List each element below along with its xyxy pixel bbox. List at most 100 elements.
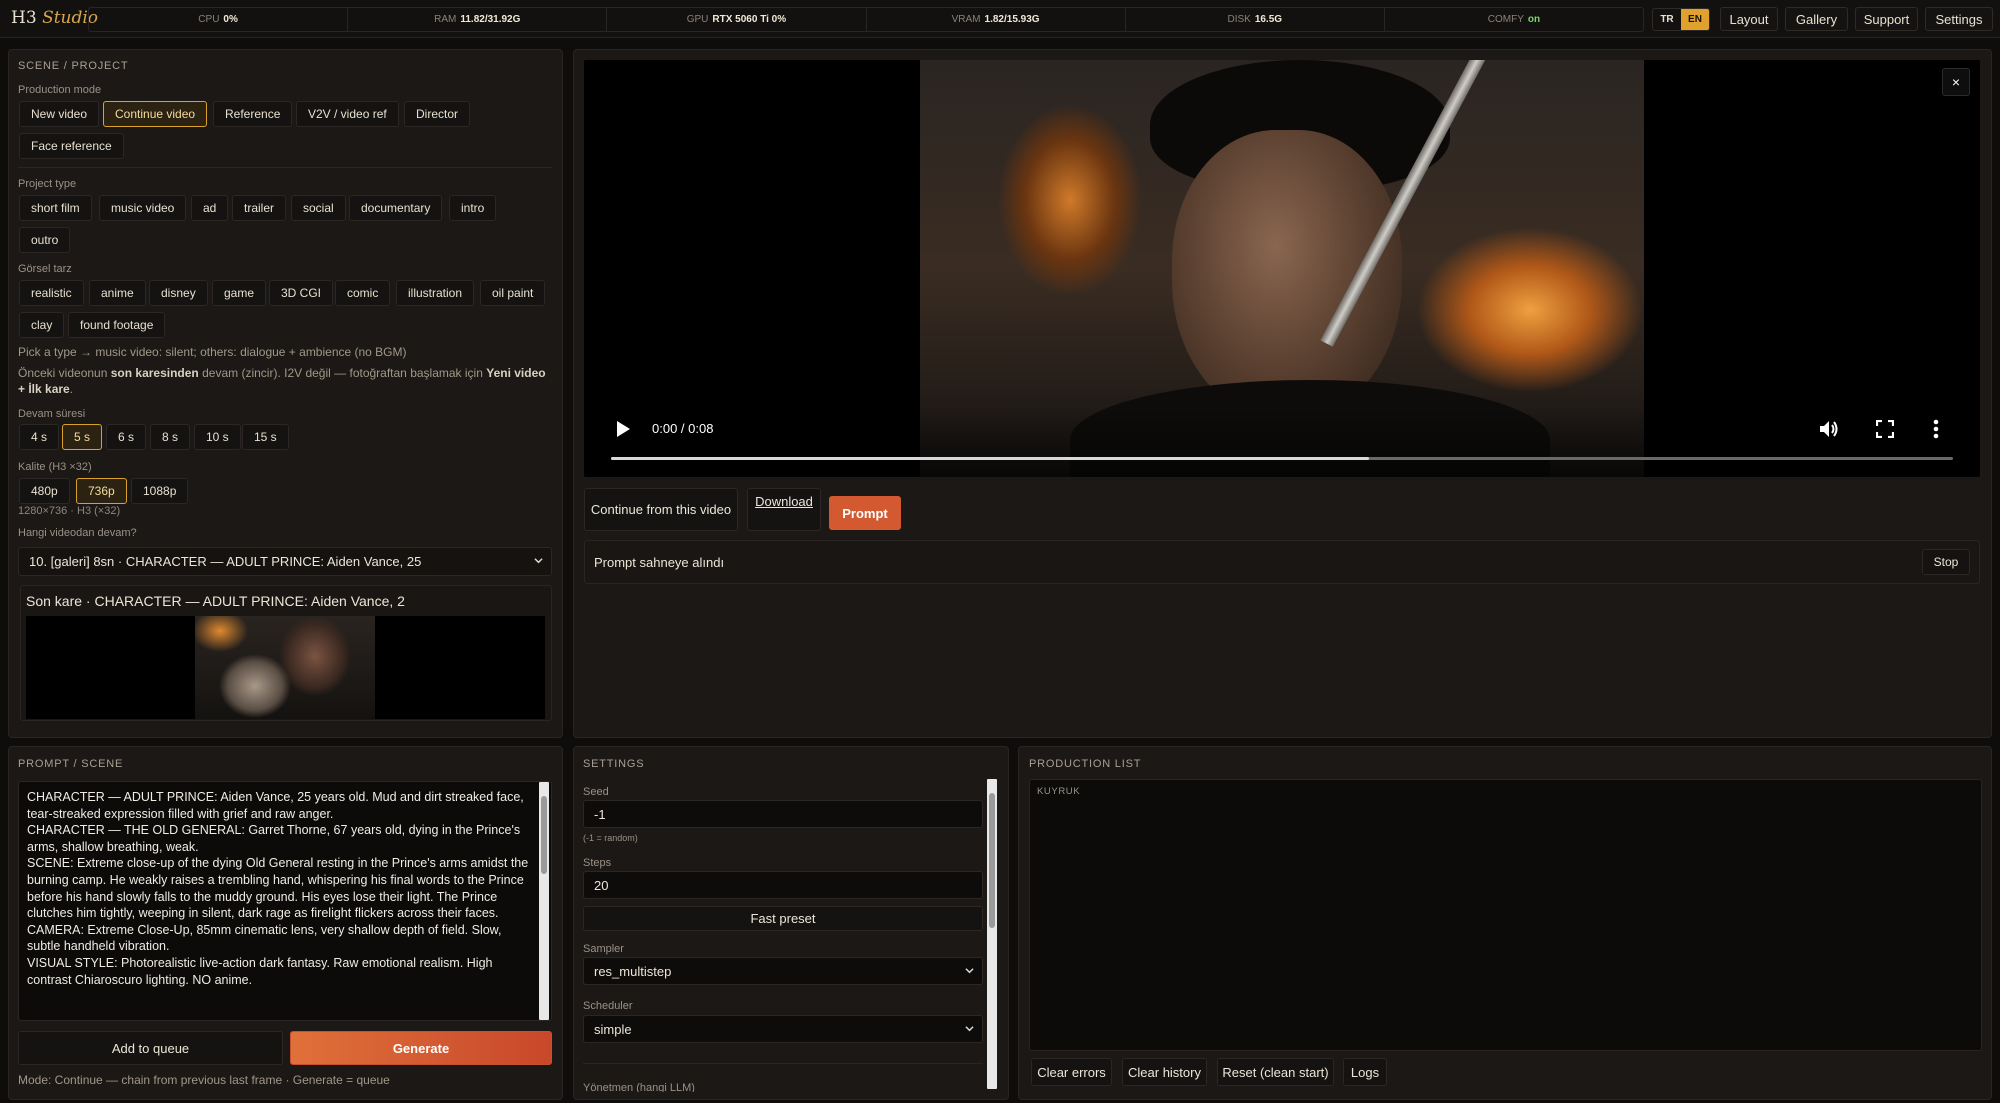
quality-label: Kalite (H3 ×32) xyxy=(18,461,92,473)
scheduler-select[interactable]: simple xyxy=(583,1015,983,1043)
fast-preset-button[interactable]: Fast preset xyxy=(583,906,983,931)
style-disney[interactable]: disney xyxy=(149,280,208,306)
production-title: PRODUCTION LIST xyxy=(1029,758,1142,770)
prompt-scrollbar-thumb[interactable] xyxy=(541,796,547,874)
chevron-down-icon xyxy=(534,558,543,564)
divider xyxy=(18,167,552,168)
production-mode-label: Production mode xyxy=(18,84,102,96)
support-button[interactable]: Support xyxy=(1855,7,1918,31)
type-social[interactable]: social xyxy=(291,195,346,221)
type-music-video[interactable]: music video xyxy=(99,195,187,221)
settings-scrollbar[interactable] xyxy=(987,779,997,1089)
director-llm-label: Yönetmen (hangi LLM) xyxy=(583,1082,695,1092)
steps-input[interactable]: 20 xyxy=(583,871,983,899)
reset-clean-start-button[interactable]: Reset (clean start) xyxy=(1217,1058,1334,1086)
queue-label: KUYRUK xyxy=(1037,786,1081,797)
logs-button[interactable]: Logs xyxy=(1343,1058,1387,1086)
stat-vram: VRAM 1.82/15.93G xyxy=(867,8,1126,31)
close-video-button[interactable]: × xyxy=(1942,68,1970,96)
style-game[interactable]: game xyxy=(212,280,267,306)
clear-history-button[interactable]: Clear history xyxy=(1122,1058,1207,1086)
gallery-button[interactable]: Gallery xyxy=(1785,7,1848,31)
style-realistic[interactable]: realistic xyxy=(19,280,84,306)
quality-1088p[interactable]: 1088p xyxy=(131,478,189,504)
settings-button[interactable]: Settings xyxy=(1925,7,1993,31)
clear-errors-button[interactable]: Clear errors xyxy=(1031,1058,1112,1086)
mode-note: Mode: Continue — chain from previous las… xyxy=(18,1073,390,1087)
mode-director[interactable]: Director xyxy=(404,101,471,127)
mode-v2v[interactable]: V2V / video ref xyxy=(296,101,399,127)
settings-scrollbar-thumb[interactable] xyxy=(989,793,995,928)
generate-button[interactable]: Generate xyxy=(290,1031,552,1065)
duration-5s[interactable]: 5 s xyxy=(62,424,103,450)
duration-10s[interactable]: 10 s xyxy=(194,424,241,450)
continue-from-video-button[interactable]: Continue from this video xyxy=(584,488,738,531)
type-hint: Pick a type → music video: silent; other… xyxy=(18,345,407,359)
seed-input[interactable]: -1 xyxy=(583,800,983,828)
quality-480p[interactable]: 480p xyxy=(19,478,70,504)
prompt-text: CHARACTER — ADULT PRINCE: Aiden Vance, 2… xyxy=(27,790,529,987)
style-3d-cgi[interactable]: 3D CGI xyxy=(269,280,334,306)
style-found-footage[interactable]: found footage xyxy=(68,312,166,338)
source-video-label: Hangi videodan devam? xyxy=(18,527,137,539)
lang-en-button[interactable]: EN xyxy=(1681,9,1709,30)
top-bar: H3 Studio CPU 0% RAM 11.82/31.92G GPU RTX 5… xyxy=(0,0,2000,38)
source-video-select[interactable]: 10. [galeri] 8sn · CHARACTER — ADULT PRI… xyxy=(18,547,552,576)
fullscreen-icon[interactable] xyxy=(1876,420,1894,438)
resolution-note: 1280×736 · H3 (×32) xyxy=(18,505,121,517)
seed-label: Seed xyxy=(583,786,609,798)
scene-title: SCENE / PROJECT xyxy=(18,60,129,72)
volume-icon[interactable] xyxy=(1818,419,1840,439)
system-stats: CPU 0% RAM 11.82/31.92G GPU RTX 5060 Ti 0% … xyxy=(88,7,1644,32)
duration-4s[interactable]: 4 s xyxy=(19,424,60,450)
type-short-film[interactable]: short film xyxy=(19,195,92,221)
style-clay[interactable]: clay xyxy=(19,312,65,338)
thumbnail-frame xyxy=(195,616,375,719)
seed-note: (-1 = random) xyxy=(583,833,638,843)
type-intro[interactable]: intro xyxy=(449,195,497,221)
project-type-label: Project type xyxy=(18,178,77,190)
lang-tr-button[interactable]: TR xyxy=(1653,9,1681,30)
language-switch: TR EN xyxy=(1652,8,1710,31)
type-trailer[interactable]: trailer xyxy=(232,195,287,221)
stat-ram: RAM 11.82/31.92G xyxy=(348,8,608,31)
prompt-button[interactable]: Prompt xyxy=(829,496,901,530)
scheduler-label: Scheduler xyxy=(583,1000,633,1012)
duration-8s[interactable]: 8 s xyxy=(150,424,191,450)
type-outro[interactable]: outro xyxy=(19,227,71,253)
stop-button[interactable]: Stop xyxy=(1922,549,1970,575)
stat-disk: DISK 16.5G xyxy=(1126,8,1385,31)
type-ad[interactable]: ad xyxy=(191,195,229,221)
last-frame-title: Son kare · CHARACTER — ADULT PRINCE: Aid… xyxy=(26,593,405,609)
prompt-scrollbar[interactable] xyxy=(539,782,549,1020)
style-illustration[interactable]: illustration xyxy=(396,280,475,306)
style-oil-paint[interactable]: oil paint xyxy=(480,280,546,306)
video-player[interactable]: × 0:00 / 0:08 xyxy=(584,60,1980,477)
type-documentary[interactable]: documentary xyxy=(349,195,443,221)
mode-new-video[interactable]: New video xyxy=(19,101,100,127)
style-comic[interactable]: comic xyxy=(335,280,391,306)
continue-hint: Önceki videonun son karesinden devam (zi… xyxy=(18,366,546,396)
settings-title: SETTINGS xyxy=(583,758,645,770)
layout-button[interactable]: Layout xyxy=(1720,7,1778,31)
video-progress-bar[interactable] xyxy=(611,457,1953,460)
mode-face-reference[interactable]: Face reference xyxy=(19,133,124,159)
duration-15s[interactable]: 15 s xyxy=(242,424,289,450)
quality-736p[interactable]: 736p xyxy=(76,478,127,504)
more-options-icon[interactable] xyxy=(1933,419,1939,439)
duration-6s[interactable]: 6 s xyxy=(106,424,147,450)
prompt-textarea[interactable]: CHARACTER — ADULT PRINCE: Aiden Vance, 2… xyxy=(18,781,552,1021)
play-icon[interactable] xyxy=(615,420,631,438)
sampler-select[interactable]: res_multistep xyxy=(583,957,983,985)
stat-cpu: CPU 0% xyxy=(89,8,349,31)
add-to-queue-button[interactable]: Add to queue xyxy=(18,1031,283,1065)
app-logo: H3 Studio xyxy=(11,8,99,28)
mode-continue-video[interactable]: Continue video xyxy=(103,101,208,127)
style-anime[interactable]: anime xyxy=(89,280,146,306)
chevron-down-icon xyxy=(965,968,974,974)
mode-reference[interactable]: Reference xyxy=(213,101,293,127)
video-controls xyxy=(584,407,1980,477)
sampler-label: Sampler xyxy=(583,943,624,955)
download-link[interactable]: Download xyxy=(747,488,821,531)
video-time: 0:00 / 0:08 xyxy=(652,421,714,436)
